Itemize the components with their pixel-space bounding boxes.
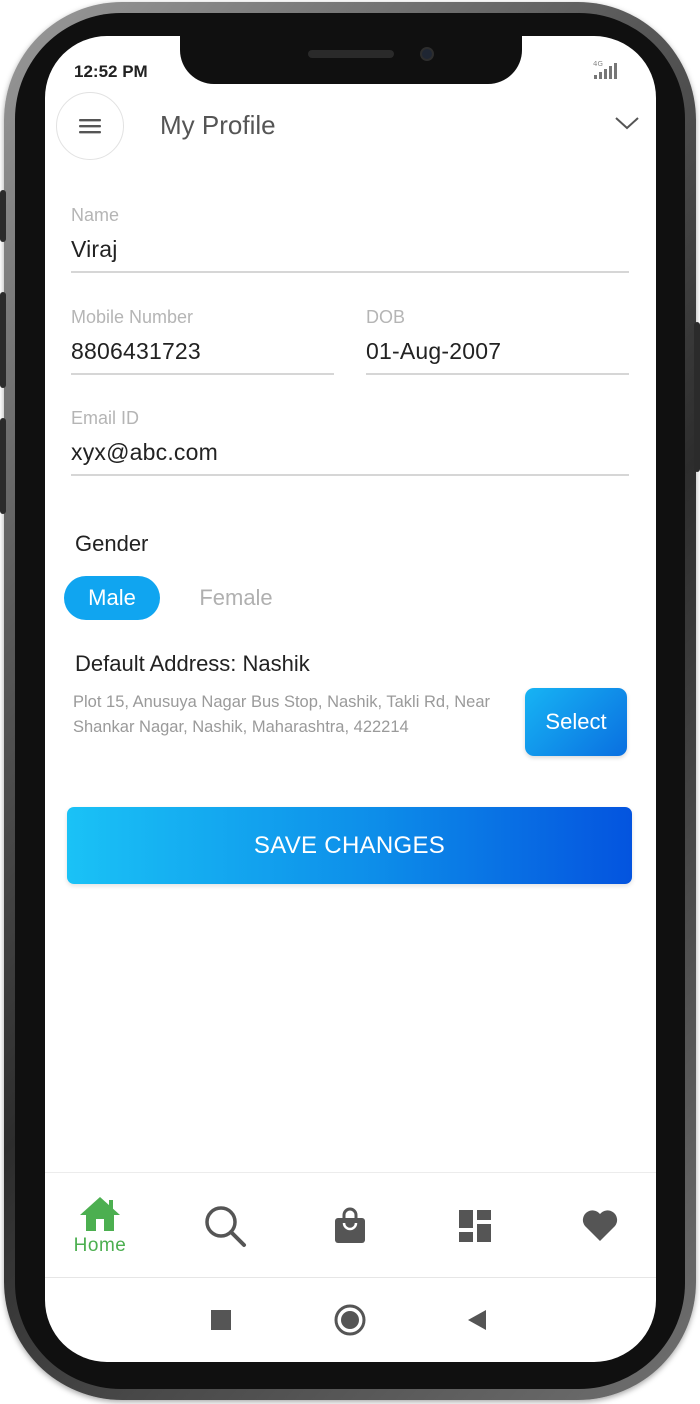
nav-label-home: Home bbox=[73, 1235, 127, 1256]
email-value[interactable]: xyx@abc.com bbox=[71, 439, 629, 466]
nav-item-dashboard[interactable] bbox=[420, 1173, 530, 1279]
email-label: Email ID bbox=[71, 408, 140, 428]
email-field[interactable]: Email ID xyx@abc.com bbox=[71, 408, 629, 476]
mobile-number-value[interactable]: 8806431723 bbox=[71, 338, 334, 365]
recent-apps-button[interactable] bbox=[207, 1302, 235, 1338]
circle-icon bbox=[334, 1304, 366, 1336]
network-type-label: 4G bbox=[593, 60, 603, 68]
home-icon bbox=[80, 1197, 120, 1231]
volume-up-button bbox=[0, 292, 6, 388]
shopping-bag-icon bbox=[335, 1207, 365, 1243]
volume-down-button bbox=[0, 418, 6, 514]
heart-icon bbox=[582, 1210, 618, 1241]
nav-item-bag[interactable] bbox=[295, 1173, 405, 1279]
nav-item-search[interactable] bbox=[170, 1173, 280, 1279]
mobile-number-label: Mobile Number bbox=[71, 307, 194, 327]
front-camera bbox=[420, 47, 434, 61]
back-triangle-icon bbox=[468, 1310, 486, 1330]
name-field[interactable]: Name Viraj bbox=[71, 205, 629, 273]
nav-item-home[interactable]: Home bbox=[45, 1173, 155, 1279]
menu-button[interactable] bbox=[56, 92, 124, 160]
power-button bbox=[694, 322, 700, 472]
search-icon bbox=[205, 1206, 246, 1247]
dob-label: DOB bbox=[366, 307, 406, 327]
gender-option-male[interactable]: Male bbox=[64, 576, 160, 620]
select-address-button[interactable]: Select bbox=[525, 688, 627, 756]
system-home-button[interactable] bbox=[332, 1302, 368, 1338]
dob-field[interactable]: DOB 01-Aug-2007 bbox=[366, 307, 629, 375]
save-changes-button[interactable]: SAVE CHANGES bbox=[67, 807, 632, 884]
address-heading: Default Address: Nashik bbox=[75, 651, 310, 676]
dashboard-icon bbox=[459, 1210, 491, 1242]
dob-value[interactable]: 01-Aug-2007 bbox=[366, 338, 629, 365]
name-label: Name bbox=[71, 205, 120, 225]
address-text: Plot 15, Anusuya Nagar Bus Stop, Nashik,… bbox=[73, 693, 490, 736]
square-icon bbox=[211, 1310, 231, 1330]
hamburger-icon bbox=[79, 119, 101, 134]
speaker-grille bbox=[308, 50, 394, 58]
gender-option-female[interactable]: Female bbox=[178, 576, 294, 620]
page-title: My Profile bbox=[160, 110, 276, 140]
status-time: 12:52 PM bbox=[74, 62, 148, 81]
back-button[interactable] bbox=[463, 1302, 491, 1338]
mobile-number-field[interactable]: Mobile Number 8806431723 bbox=[71, 307, 334, 375]
gender-label: Gender bbox=[75, 531, 149, 556]
signal-icon: 4G bbox=[592, 58, 622, 87]
nav-item-favorites[interactable] bbox=[545, 1173, 655, 1279]
notch bbox=[180, 36, 522, 84]
bottom-nav: Home bbox=[45, 1172, 656, 1278]
mute-switch bbox=[0, 190, 6, 242]
system-nav-bar bbox=[45, 1280, 656, 1360]
name-value[interactable]: Viraj bbox=[71, 236, 629, 263]
chevron-down-icon[interactable] bbox=[614, 114, 640, 137]
